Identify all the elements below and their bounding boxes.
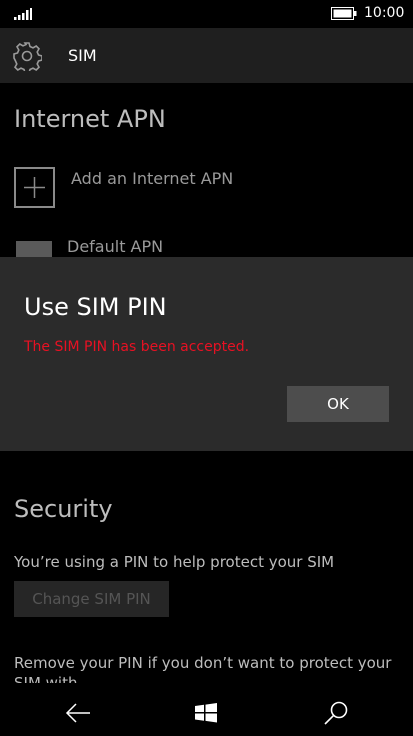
add-apn-label[interactable]: Add an Internet APN xyxy=(71,169,233,188)
windows-logo-icon[interactable] xyxy=(193,698,219,728)
security-heading: Security xyxy=(14,495,113,523)
sim-pin-dialog: Use SIM PIN The SIM PIN has been accepte… xyxy=(0,257,413,451)
signal-icon xyxy=(14,8,32,20)
internet-apn-heading: Internet APN xyxy=(14,105,166,133)
plus-icon xyxy=(24,177,45,198)
battery-icon xyxy=(331,7,357,20)
app-bar: SIM xyxy=(0,28,413,83)
add-apn-button[interactable] xyxy=(14,167,55,208)
status-bar: 10:00 xyxy=(0,0,413,28)
security-description: You’re using a PIN to help protect your … xyxy=(14,553,335,571)
back-arrow-icon[interactable] xyxy=(63,698,93,728)
search-icon[interactable] xyxy=(321,698,351,728)
dialog-message: The SIM PIN has been accepted. xyxy=(24,339,250,355)
apn-icon xyxy=(16,241,52,257)
clock: 10:00 xyxy=(364,5,405,21)
change-sim-pin-button[interactable]: Change SIM PIN xyxy=(14,581,169,617)
dialog-title: Use SIM PIN xyxy=(24,293,167,321)
default-apn-label[interactable]: Default APN xyxy=(67,237,163,256)
ok-button[interactable]: OK xyxy=(287,386,389,422)
page-title: SIM xyxy=(68,46,97,65)
gear-icon[interactable] xyxy=(12,41,42,71)
navigation-bar xyxy=(0,690,413,736)
remove-pin-text: Remove your PIN if you don’t want to pro… xyxy=(14,654,392,683)
